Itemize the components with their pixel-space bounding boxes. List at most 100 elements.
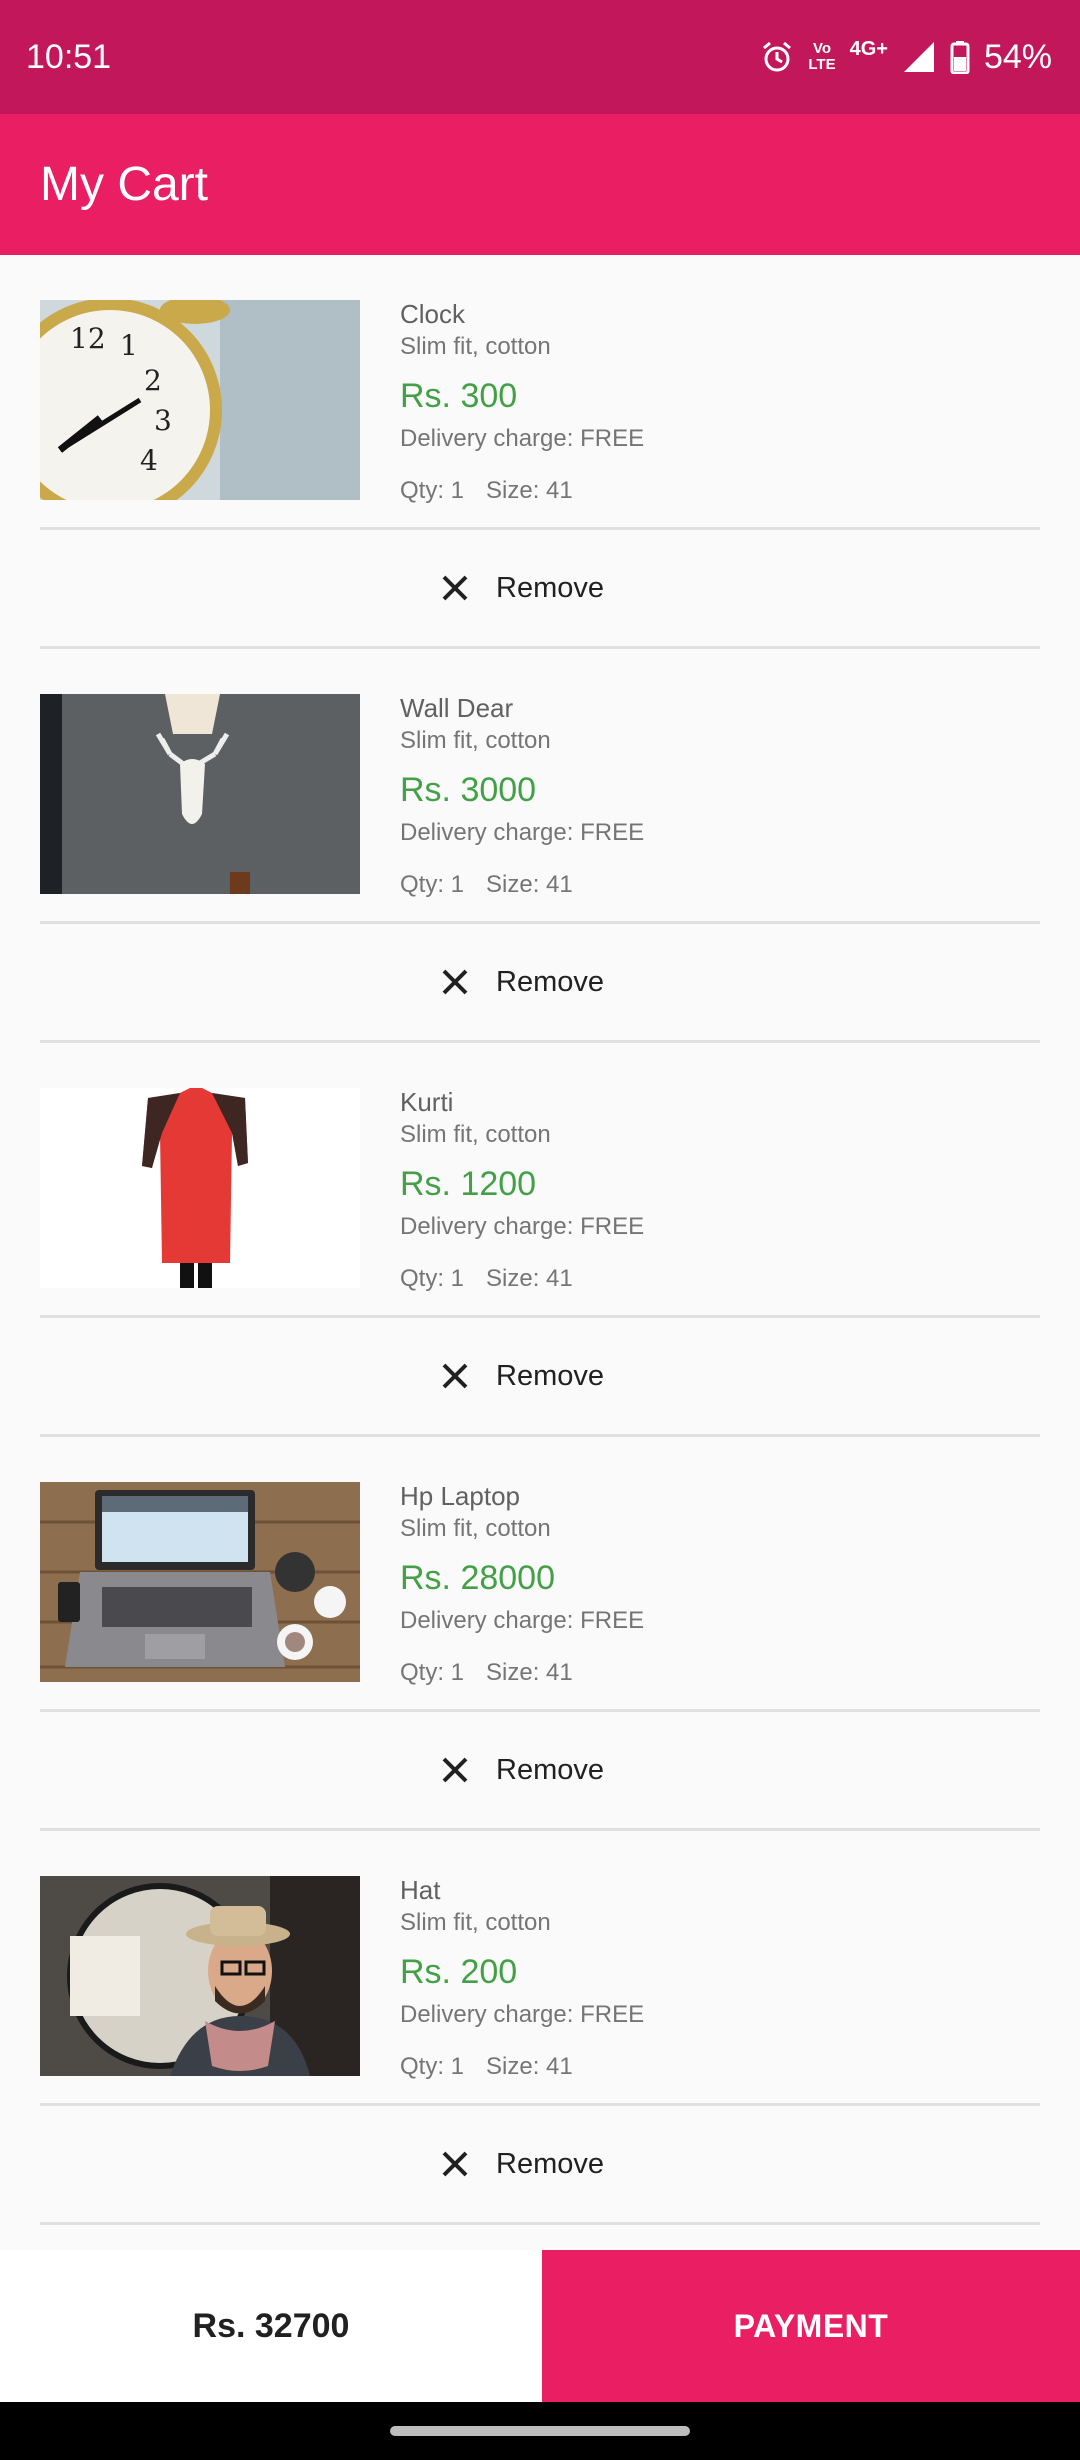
close-icon [440, 1361, 470, 1391]
svg-text:4: 4 [140, 444, 158, 477]
volte-top: Vo [812, 40, 831, 57]
item-delivery: Delivery charge: FREE [400, 1607, 645, 1634]
item-description: Slim fit, cotton [400, 333, 551, 360]
close-icon [440, 2149, 470, 2179]
remove-label: Remove [496, 1753, 604, 1786]
divider [40, 1709, 1040, 1712]
payment-button[interactable]: PAYMENT [542, 2250, 1080, 2402]
item-qty: Qty: 1 [400, 477, 465, 504]
item-name: Clock [400, 299, 466, 329]
item-info: Clock Slim fit, cotton Rs. 300 Delivery … [400, 297, 644, 507]
item-image[interactable] [40, 1876, 360, 2076]
item-description: Slim fit, cotton [400, 1121, 551, 1148]
close-icon [440, 573, 470, 603]
deer-head-photo [40, 694, 360, 894]
item-name: Hp Laptop [400, 1481, 520, 1511]
item-info: Wall Dear Slim fit, cotton Rs. 3000 Deli… [400, 691, 644, 901]
item-price: Rs. 300 [400, 377, 518, 415]
item-info: Kurti Slim fit, cotton Rs. 1200 Delivery… [400, 1085, 644, 1295]
app-bar: My Cart [0, 114, 1080, 255]
item-name: Kurti [400, 1087, 454, 1117]
item-size: Size: 41 [486, 1265, 573, 1292]
kurti-photo [40, 1088, 360, 1288]
item-price: Rs. 3000 [400, 771, 537, 809]
item-price: Rs. 200 [400, 1953, 518, 1991]
svg-text:12: 12 [70, 322, 106, 355]
item-description: Slim fit, cotton [400, 1515, 551, 1542]
item-size: Size: 41 [486, 1659, 573, 1686]
svg-text:3: 3 [154, 404, 172, 437]
laptop-photo [40, 1482, 360, 1682]
svg-text:2: 2 [144, 364, 162, 397]
remove-button[interactable]: Remove [440, 2129, 604, 2199]
checkout-bar: Rs. 32700 PAYMENT [0, 2250, 1080, 2402]
divider [40, 1315, 1040, 1318]
cart-item: Wall Dear Slim fit, cotton Rs. 3000 Deli… [0, 649, 1080, 1043]
item-qty: Qty: 1 [400, 1659, 465, 1686]
item-size: Size: 41 [486, 871, 573, 898]
item-meta: Qty: 1 Size: 41 [400, 1263, 644, 1295]
remove-button[interactable]: Remove [440, 1341, 604, 1411]
home-gesture-handle[interactable] [390, 2426, 690, 2436]
item-delivery: Delivery charge: FREE [400, 819, 645, 846]
volte-bottom: LTE [808, 56, 836, 73]
item-size: Size: 41 [486, 477, 573, 504]
divider [40, 921, 1040, 924]
item-image[interactable] [40, 1482, 360, 1682]
remove-button[interactable]: Remove [440, 1735, 604, 1805]
cart-list[interactable]: 12 1 2 3 4 Clock Slim fit, cotton Rs. 30… [0, 255, 1080, 2250]
item-size: Size: 41 [486, 2053, 573, 2080]
divider [40, 2103, 1040, 2106]
battery-icon [950, 40, 970, 74]
cart-item: Hp Laptop Slim fit, cotton Rs. 28000 Del… [0, 1437, 1080, 1831]
item-image[interactable] [40, 694, 360, 894]
cart-item: Hat Slim fit, cotton Rs. 200 Delivery ch… [0, 1831, 1080, 2225]
remove-button[interactable]: Remove [440, 947, 604, 1017]
item-description: Slim fit, cotton [400, 1909, 551, 1936]
svg-text:1: 1 [120, 329, 138, 362]
item-meta: Qty: 1 Size: 41 [400, 2051, 644, 2083]
system-nav-bar [0, 2402, 1080, 2460]
item-info: Hat Slim fit, cotton Rs. 200 Delivery ch… [400, 1873, 644, 2083]
item-description: Slim fit, cotton [400, 727, 551, 754]
alarm-clock-photo: 12 1 2 3 4 [40, 300, 360, 500]
item-qty: Qty: 1 [400, 2053, 465, 2080]
item-image[interactable]: 12 1 2 3 4 [40, 300, 360, 500]
item-image[interactable] [40, 1088, 360, 1288]
signal-icon [902, 40, 936, 74]
item-qty: Qty: 1 [400, 871, 465, 898]
item-delivery: Delivery charge: FREE [400, 425, 645, 452]
network-type: 4G+ [849, 37, 888, 60]
cart-total: Rs. 32700 [0, 2250, 542, 2402]
item-meta: Qty: 1 Size: 41 [400, 475, 644, 507]
hat-photo [40, 1876, 360, 2076]
item-name: Hat [400, 1875, 441, 1905]
cart-item: Kurti Slim fit, cotton Rs. 1200 Delivery… [0, 1043, 1080, 1437]
status-icons: Vo LTE 4G+ 54% [760, 38, 1052, 77]
item-info: Hp Laptop Slim fit, cotton Rs. 28000 Del… [400, 1479, 644, 1689]
item-price: Rs. 28000 [400, 1559, 555, 1597]
item-qty: Qty: 1 [400, 1265, 465, 1292]
alarm-icon [760, 40, 794, 74]
item-name: Wall Dear [400, 693, 514, 723]
item-meta: Qty: 1 Size: 41 [400, 1657, 644, 1689]
item-meta: Qty: 1 Size: 41 [400, 869, 644, 901]
divider [40, 527, 1040, 530]
remove-label: Remove [496, 571, 604, 604]
page-title: My Cart [40, 158, 208, 211]
close-icon [440, 1755, 470, 1785]
item-price: Rs. 1200 [400, 1165, 537, 1203]
remove-label: Remove [496, 2147, 604, 2180]
item-delivery: Delivery charge: FREE [400, 2001, 645, 2028]
item-delivery: Delivery charge: FREE [400, 1213, 645, 1240]
remove-label: Remove [496, 1359, 604, 1392]
status-bar: 10:51 Vo LTE 4G+ 54% [0, 0, 1080, 114]
status-time: 10:51 [26, 37, 112, 76]
divider [40, 2222, 1040, 2225]
remove-label: Remove [496, 965, 604, 998]
volte-icon: Vo LTE [808, 41, 835, 73]
cart-item: 12 1 2 3 4 Clock Slim fit, cotton Rs. 30… [0, 255, 1080, 649]
battery-level: 54% [983, 37, 1052, 76]
remove-button[interactable]: Remove [440, 553, 604, 623]
close-icon [440, 967, 470, 997]
